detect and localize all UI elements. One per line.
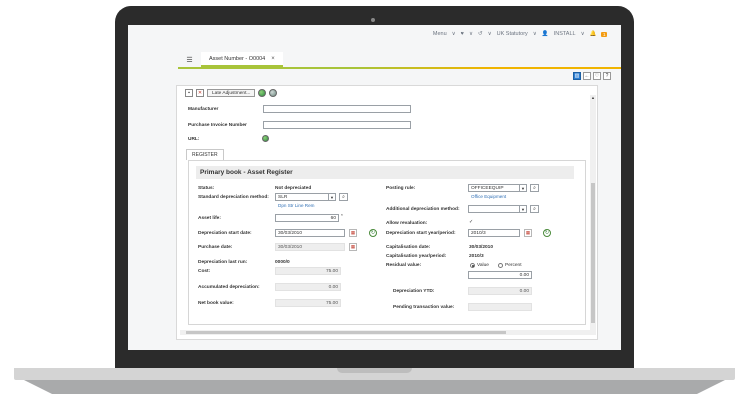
posting-label: Posting rule: xyxy=(386,186,416,191)
section-title: Primary book - Asset Register xyxy=(196,166,574,179)
method-select[interactable]: SLR xyxy=(275,193,329,201)
search-icon[interactable]: ⌕ xyxy=(339,193,348,201)
laptop-frame: Menu ∨ ♥ ∨ ↺ ∨ UK Statutory ∨ 👤 INSTALL … xyxy=(0,0,749,395)
purchase-date-value: 30/03/2010 xyxy=(275,243,345,251)
pending-value xyxy=(468,303,532,311)
posting-link[interactable]: Office Equipment xyxy=(471,194,506,199)
accum-label: Accumulated depreciation: xyxy=(198,285,260,290)
search-icon[interactable]: ⌕ xyxy=(530,205,539,213)
residual-input[interactable]: 0.00 xyxy=(468,271,532,279)
life-label: Asset life: xyxy=(198,216,221,221)
status-label: Status: xyxy=(198,186,215,191)
chevron-down-icon[interactable]: ▼ xyxy=(519,184,527,192)
dep-start-yp-label: Depreciation start year/period: xyxy=(386,231,456,236)
url-globe-icon[interactable] xyxy=(262,135,269,142)
cost-value: 75.00 xyxy=(275,267,341,275)
refresh-icon[interactable]: ↻ xyxy=(543,229,551,237)
refresh-globe-icon[interactable] xyxy=(269,89,278,97)
laptop-notch xyxy=(337,368,412,373)
nbv-value: 75.00 xyxy=(275,299,341,307)
cap-yp-label: Capitalisation year/period: xyxy=(386,254,447,259)
horizontal-scrollbar[interactable] xyxy=(180,330,590,335)
purchase-date-label: Purchase date: xyxy=(198,245,233,250)
required-mark: * xyxy=(341,214,343,219)
method-link[interactable]: Dpn Str Line Rem xyxy=(278,203,315,208)
url-label: URL: xyxy=(188,137,200,142)
camera xyxy=(371,18,375,22)
allow-reval-checkbox[interactable]: ✓ xyxy=(469,220,473,225)
residual-percent-option: Percent xyxy=(505,263,522,268)
refresh-icon[interactable]: ↻ xyxy=(369,229,377,237)
dep-start-yp-input[interactable]: 2010/3 xyxy=(468,229,520,237)
allow-reval-label: Allow revaluation: xyxy=(386,221,428,226)
save-icon[interactable]: ▪ xyxy=(185,89,193,97)
residual-percent-radio[interactable] xyxy=(498,263,503,268)
life-input[interactable]: 60 xyxy=(275,214,339,222)
chevron-down-icon[interactable]: ▼ xyxy=(519,205,527,213)
posting-select[interactable]: OFFICEEQUIP xyxy=(468,184,520,192)
add-method-label: Additional depreciation method: xyxy=(386,207,460,212)
scroll-thumb[interactable] xyxy=(591,183,595,323)
method-label: Standard depreciation method: xyxy=(198,195,269,200)
last-run-label: Depreciation last run: xyxy=(198,260,248,265)
status-value: Not depreciated xyxy=(275,186,312,191)
delete-icon[interactable]: ✕ xyxy=(196,89,204,97)
purchase-invoice-input[interactable] xyxy=(263,121,411,129)
last-run-value: 0000/0 xyxy=(275,260,290,265)
add-method-select[interactable] xyxy=(468,205,520,213)
globe-icon[interactable] xyxy=(258,89,267,97)
scroll-up-icon[interactable]: ▲ xyxy=(590,95,596,100)
manufacturer-label: Manufacturer xyxy=(188,107,219,112)
cap-yp-value: 2010/3 xyxy=(469,254,484,259)
search-icon[interactable]: ⌕ xyxy=(530,184,539,192)
nbv-label: Net book value: xyxy=(198,301,234,306)
cost-label: Cost: xyxy=(198,269,211,274)
calendar-icon: ▦ xyxy=(349,243,357,251)
cap-date-label: Capitalisation date: xyxy=(386,245,431,250)
tab-register[interactable]: REGISTER xyxy=(186,149,224,160)
ytd-value: 0.00 xyxy=(468,287,532,295)
dep-start-label: Depreciation start date: xyxy=(198,231,252,236)
purchase-invoice-label: Purchase Invoice Number xyxy=(188,123,247,128)
ytd-label: Depreciation YTD: xyxy=(393,289,435,294)
accum-value: 0.00 xyxy=(275,283,341,291)
cap-date-value: 30/03/2010 xyxy=(469,245,494,250)
residual-label: Residual value: xyxy=(386,263,422,268)
manufacturer-input[interactable] xyxy=(263,105,411,113)
pending-label: Pending transaction value: xyxy=(393,305,455,310)
residual-value-radio[interactable] xyxy=(470,263,475,268)
dep-start-input[interactable]: 30/03/2010 xyxy=(275,229,345,237)
late-adjustment-button[interactable]: Late Adjustment... xyxy=(207,89,256,97)
laptop-foot xyxy=(24,380,725,394)
scroll-thumb[interactable] xyxy=(186,331,506,334)
chevron-down-icon[interactable]: ▼ xyxy=(328,193,336,201)
residual-value-option: Value xyxy=(477,263,489,268)
calendar-icon[interactable]: ▦ xyxy=(524,229,532,237)
vertical-scrollbar[interactable]: ▲ xyxy=(590,95,596,335)
form-toolbar: ▪ ✕ Late Adjustment... xyxy=(185,89,278,97)
calendar-icon[interactable]: ▦ xyxy=(349,229,357,237)
